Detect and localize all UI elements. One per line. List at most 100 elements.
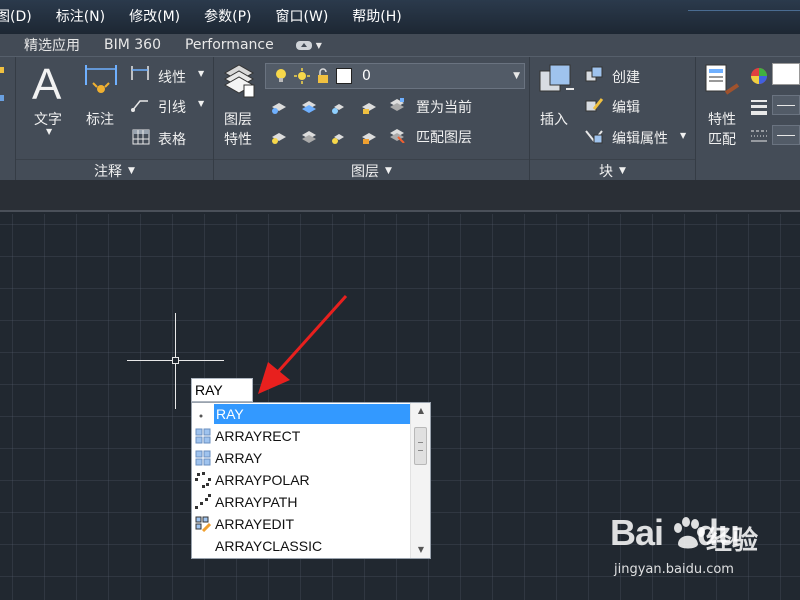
match-layer-icon[interactable] <box>388 127 406 143</box>
layer-lock-icon[interactable] <box>360 99 378 115</box>
menu-bar: 图(D) 标注(N) 修改(M) 参数(P) 窗口(W) 帮助(H) <box>0 0 800 34</box>
watermark-site-name: 经验 <box>706 526 759 556</box>
match-properties-label-1[interactable]: 特性 <box>708 109 736 129</box>
autocomplete-item-label: ARRAYCLASSIC <box>215 538 323 554</box>
chevron-down-icon: ▼ <box>315 40 322 50</box>
text-dropdown-caret[interactable]: ▼ <box>46 127 52 136</box>
autocomplete-item-arrayclassic[interactable]: ARRAYCLASSIC <box>192 535 410 557</box>
edit-button-label[interactable]: 编辑 <box>612 97 640 117</box>
panel-layers-footer[interactable]: 图层 ▼ <box>214 159 529 181</box>
linear-button-label[interactable]: 线性 <box>158 67 186 87</box>
tab-bim360[interactable]: BIM 360 <box>92 37 173 53</box>
autocomplete-item-arraypolar[interactable]: ARRAYPOLAR <box>192 469 410 491</box>
pickbox <box>172 357 179 364</box>
autocomplete-item-array[interactable]: ARRAY <box>192 447 410 469</box>
ray-icon <box>192 403 214 425</box>
unlock-icon <box>318 68 328 83</box>
set-current-icon[interactable] <box>388 97 406 113</box>
sun-icon <box>294 68 310 84</box>
autocomplete-item-label: ARRAYEDIT <box>215 516 295 532</box>
scroll-up-icon[interactable]: ▲ <box>411 403 431 419</box>
create-block-icon <box>585 66 603 82</box>
dynamic-command-input[interactable] <box>191 378 253 402</box>
tab-featured-apps[interactable]: 精选应用 <box>0 35 92 55</box>
autocomplete-item-ray[interactable]: RAY <box>192 403 410 425</box>
autocomplete-item-label: ARRAYRECT <box>215 428 301 444</box>
color-wheel-icon[interactable] <box>750 67 768 85</box>
draw-tools-icon <box>0 67 4 101</box>
menu-parametric[interactable]: 参数(P) <box>192 0 263 34</box>
edit-attributes-caret[interactable]: ▼ <box>680 131 686 140</box>
menubar-edge-line <box>688 10 800 11</box>
leader-button-label[interactable]: 引线 <box>158 97 186 117</box>
dimension-icon[interactable] <box>84 63 118 103</box>
lineweight-icon[interactable] <box>750 97 768 115</box>
autocomplete-item-arrayedit[interactable]: ARRAYEDIT <box>192 513 410 535</box>
panel-annotation-title: 注释 <box>94 163 123 180</box>
layer-isolate-icon[interactable] <box>300 99 318 115</box>
layer-on-icon[interactable] <box>270 129 288 145</box>
text-icon[interactable]: A <box>32 63 61 107</box>
layer-unisolate-icon[interactable] <box>300 129 318 145</box>
array-rect-icon <box>192 425 214 447</box>
insert-block-icon[interactable] <box>536 61 576 101</box>
baidu-paw-icon <box>674 517 705 549</box>
chevron-down-icon: ▼ <box>385 165 392 176</box>
linetype-icon[interactable] <box>750 127 768 145</box>
menu-window[interactable]: 窗口(W) <box>264 0 341 34</box>
menu-dimension[interactable]: 标注(N) <box>44 0 117 34</box>
menu-help[interactable]: 帮助(H) <box>340 0 413 34</box>
linetype-dropdown[interactable] <box>772 125 800 145</box>
minimize-ribbon-icon <box>295 40 312 50</box>
layer-thaw-icon[interactable] <box>330 129 348 145</box>
array-icon <box>192 447 214 469</box>
match-properties-icon[interactable] <box>704 63 740 103</box>
color-dropdown[interactable] <box>772 63 800 85</box>
layer-properties-label-2[interactable]: 特性 <box>224 129 252 149</box>
command-autocomplete-list: RAY ARRAYRECT ARRAY ARRAYPOLAR ARRAYPATH <box>191 402 431 559</box>
autocomplete-item-arraypath[interactable]: ARRAYPATH <box>192 491 410 513</box>
chevron-down-icon: ▼ <box>513 71 520 81</box>
scroll-thumb[interactable] <box>414 427 427 465</box>
linear-dimension-icon <box>131 66 149 80</box>
panel-annotation: A 文字 ▼ 标注 线性 ▼ 引线 ▼ 表格 注释 ▼ <box>16 57 214 181</box>
table-button-label[interactable]: 表格 <box>158 129 186 149</box>
ribbon: A 文字 ▼ 标注 线性 ▼ 引线 ▼ 表格 注释 ▼ 图层 特性 0 ▼ 置为… <box>0 56 800 181</box>
leader-icon <box>131 100 148 112</box>
insert-button-label[interactable]: 插入 <box>540 109 568 129</box>
layer-off-icon[interactable] <box>270 99 288 115</box>
lightbulb-icon <box>276 69 286 82</box>
edit-attributes-label[interactable]: 编辑属性 <box>612 128 668 148</box>
tab-performance[interactable]: Performance <box>173 37 286 53</box>
autocomplete-item-arrayrect[interactable]: ARRAYRECT <box>192 425 410 447</box>
panel-block-footer[interactable]: 块 ▼ <box>530 159 695 181</box>
layer-properties-icon[interactable] <box>222 61 256 101</box>
layer-color-swatch <box>336 68 352 84</box>
layer-properties-label-1[interactable]: 图层 <box>224 109 252 129</box>
lineweight-dropdown[interactable] <box>772 95 800 115</box>
tab-options-button[interactable]: ▼ <box>295 40 322 50</box>
leader-dropdown-caret[interactable]: ▼ <box>198 99 204 108</box>
panel-layers: 图层 特性 0 ▼ 置为当前 匹配图层 图层 ▼ <box>214 57 530 181</box>
create-button-label[interactable]: 创建 <box>612 67 640 87</box>
panel-properties: 特性 匹配 <box>696 57 800 181</box>
linear-dropdown-caret[interactable]: ▼ <box>198 69 204 78</box>
match-layer-label[interactable]: 匹配图层 <box>416 127 472 147</box>
match-properties-label-2[interactable]: 匹配 <box>708 129 736 149</box>
text-button-label[interactable]: 文字 <box>34 109 62 129</box>
menu-draw[interactable]: 图(D) <box>0 0 44 34</box>
dimension-button-label[interactable]: 标注 <box>86 109 114 129</box>
layer-dropdown[interactable]: 0 ▼ <box>265 63 525 89</box>
edit-attributes-icon <box>585 130 603 144</box>
scroll-down-icon[interactable]: ▼ <box>411 542 431 558</box>
autocomplete-scrollbar[interactable]: ▲ ▼ <box>410 403 430 558</box>
set-current-label[interactable]: 置为当前 <box>416 97 472 117</box>
menu-modify[interactable]: 修改(M) <box>117 0 192 34</box>
panel-annotation-footer[interactable]: 注释 ▼ <box>16 159 213 181</box>
baidu-jingyan-watermark: Bai du 经验 jingyan.baidu.com <box>610 512 790 582</box>
layer-unlock-icon[interactable] <box>360 129 378 145</box>
panel-cutoff-left <box>0 57 16 181</box>
layer-freeze-icon[interactable] <box>330 99 348 115</box>
autocomplete-item-label: RAY <box>214 404 410 424</box>
autocomplete-item-label: ARRAY <box>215 450 263 466</box>
